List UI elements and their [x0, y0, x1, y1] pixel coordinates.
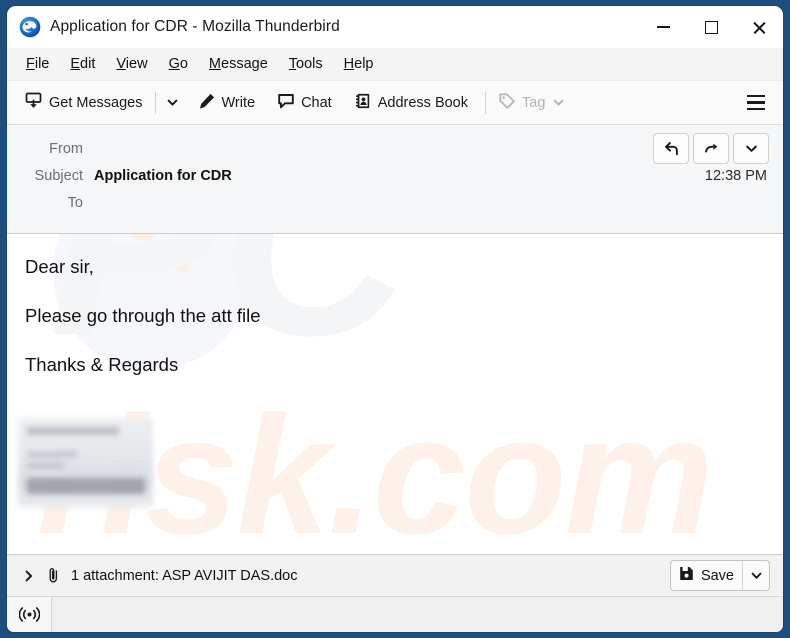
redacted-signature-image — [18, 418, 153, 508]
tag-icon — [498, 92, 516, 114]
subject-label: Subject — [34, 167, 83, 184]
app-menu-button[interactable] — [741, 88, 771, 118]
reply-icon — [664, 142, 678, 156]
menu-message[interactable]: Message — [199, 53, 278, 75]
hamburger-menu-icon — [747, 95, 765, 98]
window-title: Application for CDR - Mozilla Thunderbir… — [50, 18, 340, 35]
attachment-save-group: Save — [669, 560, 770, 591]
chevron-down-icon — [745, 145, 757, 152]
save-file-icon — [678, 565, 695, 587]
attachment-bar: 1 attachment: ASP AVIJIT DAS.doc Save — [7, 554, 783, 596]
to-row: To — [7, 189, 783, 216]
thunderbird-logo-icon — [19, 16, 41, 38]
menu-view[interactable]: View — [106, 53, 157, 75]
paperclip-icon — [45, 567, 62, 584]
menu-go[interactable]: Go — [159, 53, 198, 75]
attachment-summary: 1 attachment: ASP AVIJIT DAS.doc — [71, 567, 298, 584]
maximize-icon — [704, 20, 718, 34]
tag-button[interactable]: Tag — [491, 87, 572, 118]
close-button[interactable] — [735, 6, 783, 48]
minimize-icon — [656, 26, 670, 28]
inbox-download-icon — [24, 91, 43, 114]
write-button[interactable]: Write — [191, 87, 263, 118]
menu-bar: File Edit View Go Message Tools Help — [7, 48, 783, 81]
tag-label: Tag — [522, 94, 546, 111]
chevron-down-icon — [554, 99, 564, 106]
get-messages-button[interactable]: Get Messages — [17, 87, 150, 118]
from-label: From — [49, 140, 83, 157]
menu-edit[interactable]: Edit — [60, 53, 105, 75]
window-controls — [639, 6, 783, 48]
message-time: 12:38 PM — [704, 168, 767, 184]
status-bar — [7, 596, 783, 632]
reply-button[interactable] — [653, 133, 689, 164]
tag-dropdown-caret[interactable] — [552, 96, 565, 109]
toolbar-separator-2 — [485, 91, 486, 114]
menu-help[interactable]: Help — [334, 53, 384, 75]
hamburger-menu-icon-bar2 — [747, 101, 765, 104]
menu-file[interactable]: File — [16, 53, 59, 75]
thunderbird-window: Application for CDR - Mozilla Thunderbir… — [7, 6, 783, 632]
pencil-icon — [198, 92, 216, 114]
status-text — [52, 597, 783, 632]
toolbar-separator — [154, 91, 156, 114]
body-line: Please go through the att file — [25, 305, 261, 326]
address-book-button[interactable]: Address Book — [347, 87, 475, 118]
message-body: PC risk.com Dear sir, Please go through … — [7, 234, 783, 554]
message-actions — [649, 133, 769, 164]
watermark-dot-3 — [95, 236, 106, 247]
minimize-button[interactable] — [639, 6, 687, 48]
address-book-icon — [354, 92, 372, 114]
save-dropdown-button[interactable] — [742, 561, 769, 590]
forward-button[interactable] — [693, 133, 729, 164]
watermark-circle — [53, 234, 251, 370]
speech-bubble-icon — [277, 92, 295, 114]
write-label: Write — [221, 94, 256, 111]
menu-tools[interactable]: Tools — [279, 53, 333, 75]
attachment-expand-button[interactable] — [19, 569, 39, 583]
close-icon — [752, 20, 767, 35]
chat-label: Chat — [301, 94, 332, 111]
chat-button[interactable]: Chat — [270, 87, 339, 118]
address-book-label: Address Book — [377, 94, 468, 111]
maximize-button[interactable] — [687, 6, 735, 48]
watermark-dot — [127, 234, 157, 240]
body-line: Thanks & Regards — [25, 354, 179, 375]
to-label: To — [67, 194, 83, 211]
get-messages-dropdown[interactable] — [161, 87, 185, 118]
chevron-right-icon — [25, 570, 32, 581]
save-attachment-button[interactable]: Save — [671, 561, 742, 590]
get-messages-label: Get Messages — [49, 94, 143, 111]
forward-icon — [704, 143, 717, 153]
body-line: Dear sir, — [25, 256, 94, 277]
message-header: From Subject Application for CDR To 12:3… — [7, 125, 783, 234]
message-more-button[interactable] — [733, 133, 769, 164]
title-bar: Application for CDR - Mozilla Thunderbir… — [7, 6, 783, 48]
chevron-down-icon — [167, 99, 178, 106]
online-status-icon[interactable] — [7, 597, 52, 632]
chevron-down-icon — [751, 572, 761, 579]
main-toolbar: Get Messages Write Chat Address Book Tag — [7, 81, 783, 125]
hamburger-menu-icon-bar3 — [747, 107, 765, 110]
save-label: Save — [700, 567, 734, 584]
subject-row: Subject Application for CDR — [7, 162, 783, 189]
subject-value: Application for CDR — [94, 167, 232, 184]
